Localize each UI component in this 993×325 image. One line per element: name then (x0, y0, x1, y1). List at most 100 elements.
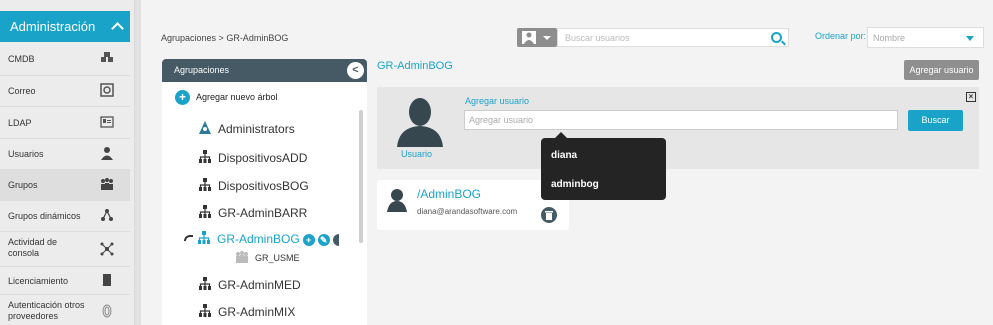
suggestion-item[interactable]: diana (551, 150, 577, 161)
trash-glyph (545, 211, 553, 220)
sidebar-item-label: Correo (8, 86, 36, 96)
breadcrumb-separator: > (216, 33, 227, 43)
tree-scrollbar[interactable] (359, 110, 363, 243)
tree-node[interactable]: GR-AdminMED (198, 277, 301, 292)
user-card-name: /AdminBOG (417, 187, 482, 201)
hierarchy-icon (198, 231, 210, 244)
sidebar-header-label: Administración (10, 19, 96, 34)
search-type-select[interactable] (517, 28, 557, 47)
add-user-title: Agregar usuario (465, 96, 530, 106)
sidebar-item-correo[interactable]: Correo (0, 76, 130, 107)
suggestion-item[interactable]: adminbog (551, 179, 599, 190)
add-user-input-placeholder: Agregar usuario (469, 115, 534, 125)
tree-node[interactable]: Administrators (198, 121, 295, 136)
sidebar-header[interactable]: Administración (0, 11, 130, 42)
group-icon (101, 178, 113, 190)
group-icon (236, 251, 248, 263)
hierarchy-icon (199, 304, 211, 317)
order-value: Nombre (873, 33, 906, 43)
order-label: Ordenar por: (815, 31, 867, 41)
tree-subnode[interactable]: GR_USME (235, 251, 300, 263)
tree-node-selected[interactable]: GR-AdminBOG + ✎ (184, 231, 339, 246)
group-title: GR-AdminBOG (377, 60, 453, 72)
tree-node-label: Administrators (218, 122, 295, 136)
tree-node[interactable]: DispositivosBOG (198, 178, 309, 193)
tree-node-label: GR-AdminBOG (217, 232, 300, 246)
sidebar-item-label: Usuarios (8, 149, 44, 159)
boxes-icon (101, 52, 113, 62)
hierarchy-icon (199, 150, 211, 163)
sidebar-item-label: CMDB (8, 54, 35, 64)
close-icon[interactable]: × (966, 92, 976, 102)
collapse-icon[interactable]: < (347, 62, 364, 79)
subnode-label: GR_USME (255, 253, 300, 263)
at-mail-icon (100, 83, 114, 97)
sidebar-item-ldap[interactable]: LDAP (0, 107, 130, 139)
tree-node-label: DispositivosADD (218, 151, 308, 165)
id-card-icon (100, 116, 114, 128)
tree-node-label: GR-AdminMED (218, 278, 301, 292)
breadcrumb-current: GR-AdminBOG (226, 33, 289, 43)
main-area: Agrupaciones > GR-AdminBOG Buscar usuari… (141, 0, 993, 325)
plus-icon: + (175, 90, 190, 105)
sidebar-item-usuarios[interactable]: Usuarios (0, 139, 130, 170)
add-user-panel: Usuario Agregar usuario Agregar usuario … (377, 87, 979, 169)
hub-icon (100, 242, 114, 256)
add-tree-label: Agregar nuevo árbol (196, 91, 278, 102)
sidebar-item-grupos-dinamicos[interactable]: Grupos dinámicos (0, 201, 130, 232)
sidebar-item-label: LDAP (8, 118, 32, 128)
sidebar-item-actividad-consola[interactable]: Actividad de consola (0, 232, 130, 267)
sidebar-item-licenciamiento[interactable]: Licenciamiento (0, 267, 130, 295)
sidebar-item-label: Actividad de consola (8, 237, 58, 258)
breadcrumb: Agrupaciones > GR-AdminBOG (161, 33, 288, 43)
network-icon (101, 209, 113, 221)
user-icon (101, 147, 113, 160)
search-icon[interactable] (771, 32, 782, 43)
sidebar-item-label: Grupos (8, 180, 38, 190)
search-placeholder: Buscar usuarios (565, 33, 630, 43)
add-tree-button[interactable]: + Agregar nuevo árbol (175, 90, 278, 105)
search-input[interactable]: Buscar usuarios (557, 28, 789, 47)
more-icon[interactable] (332, 233, 339, 246)
tree-node-label: DispositivosBOG (218, 179, 309, 193)
add-user-button[interactable]: Agregar usuario (904, 60, 979, 80)
search-button[interactable]: Buscar (908, 110, 963, 131)
add-child-icon[interactable]: + (302, 233, 315, 246)
sidebar-item-label: Licenciamiento (8, 276, 69, 286)
chevron-down-icon (543, 36, 551, 40)
tree-node[interactable]: DispositivosADD (198, 150, 307, 165)
tree-node-label: GR-AdminBARR (218, 206, 308, 220)
sidebar-item-cmdb[interactable]: CMDB (0, 42, 130, 76)
user-card-email: diana@arandasoftware.com (417, 207, 518, 216)
admin-tree-icon (199, 121, 211, 134)
hierarchy-icon (199, 205, 211, 218)
chevron-down-icon (966, 36, 974, 41)
sidebar-item-grupos[interactable]: Grupos (0, 170, 130, 201)
tree-panel: Agrupaciones < + Agregar nuevo árbol Admi… (162, 59, 367, 325)
tree-node[interactable]: GR-AdminBARR (198, 205, 307, 220)
hierarchy-icon (199, 277, 211, 290)
tree-node-label: GR-AdminMIX (218, 305, 296, 319)
user-icon (522, 31, 536, 44)
trash-icon[interactable] (541, 207, 557, 223)
tree-header-label: Agrupaciones (174, 65, 230, 75)
sidebar-item-autenticacion[interactable]: Autenticación otros proveedores (0, 295, 130, 325)
sidebar-item-label: Grupos dinámicos (8, 211, 81, 221)
user-icon (387, 189, 407, 212)
avatar-label: Usuario (401, 149, 433, 159)
tree-header: Agrupaciones < (162, 59, 367, 82)
hierarchy-icon (199, 178, 211, 191)
collapse-arrow-icon[interactable] (184, 235, 193, 241)
edit-icon[interactable]: ✎ (317, 233, 330, 246)
tree-node[interactable]: GR-AdminMIX (198, 304, 295, 319)
order-select[interactable]: Nombre (867, 27, 984, 48)
breadcrumb-root[interactable]: Agrupaciones (161, 33, 216, 43)
fingerprint-icon (102, 304, 112, 318)
chevron-up-icon[interactable] (111, 22, 124, 35)
user-avatar-icon (397, 98, 443, 147)
sidebar: Administración CMDB Correo LDAP Usuarios… (0, 0, 135, 325)
book-icon (102, 274, 111, 286)
add-user-input[interactable]: Agregar usuario (464, 110, 898, 130)
sidebar-item-label: Autenticación otros proveedores (8, 300, 85, 321)
user-suggestions-dropdown: diana adminbog (541, 132, 666, 200)
